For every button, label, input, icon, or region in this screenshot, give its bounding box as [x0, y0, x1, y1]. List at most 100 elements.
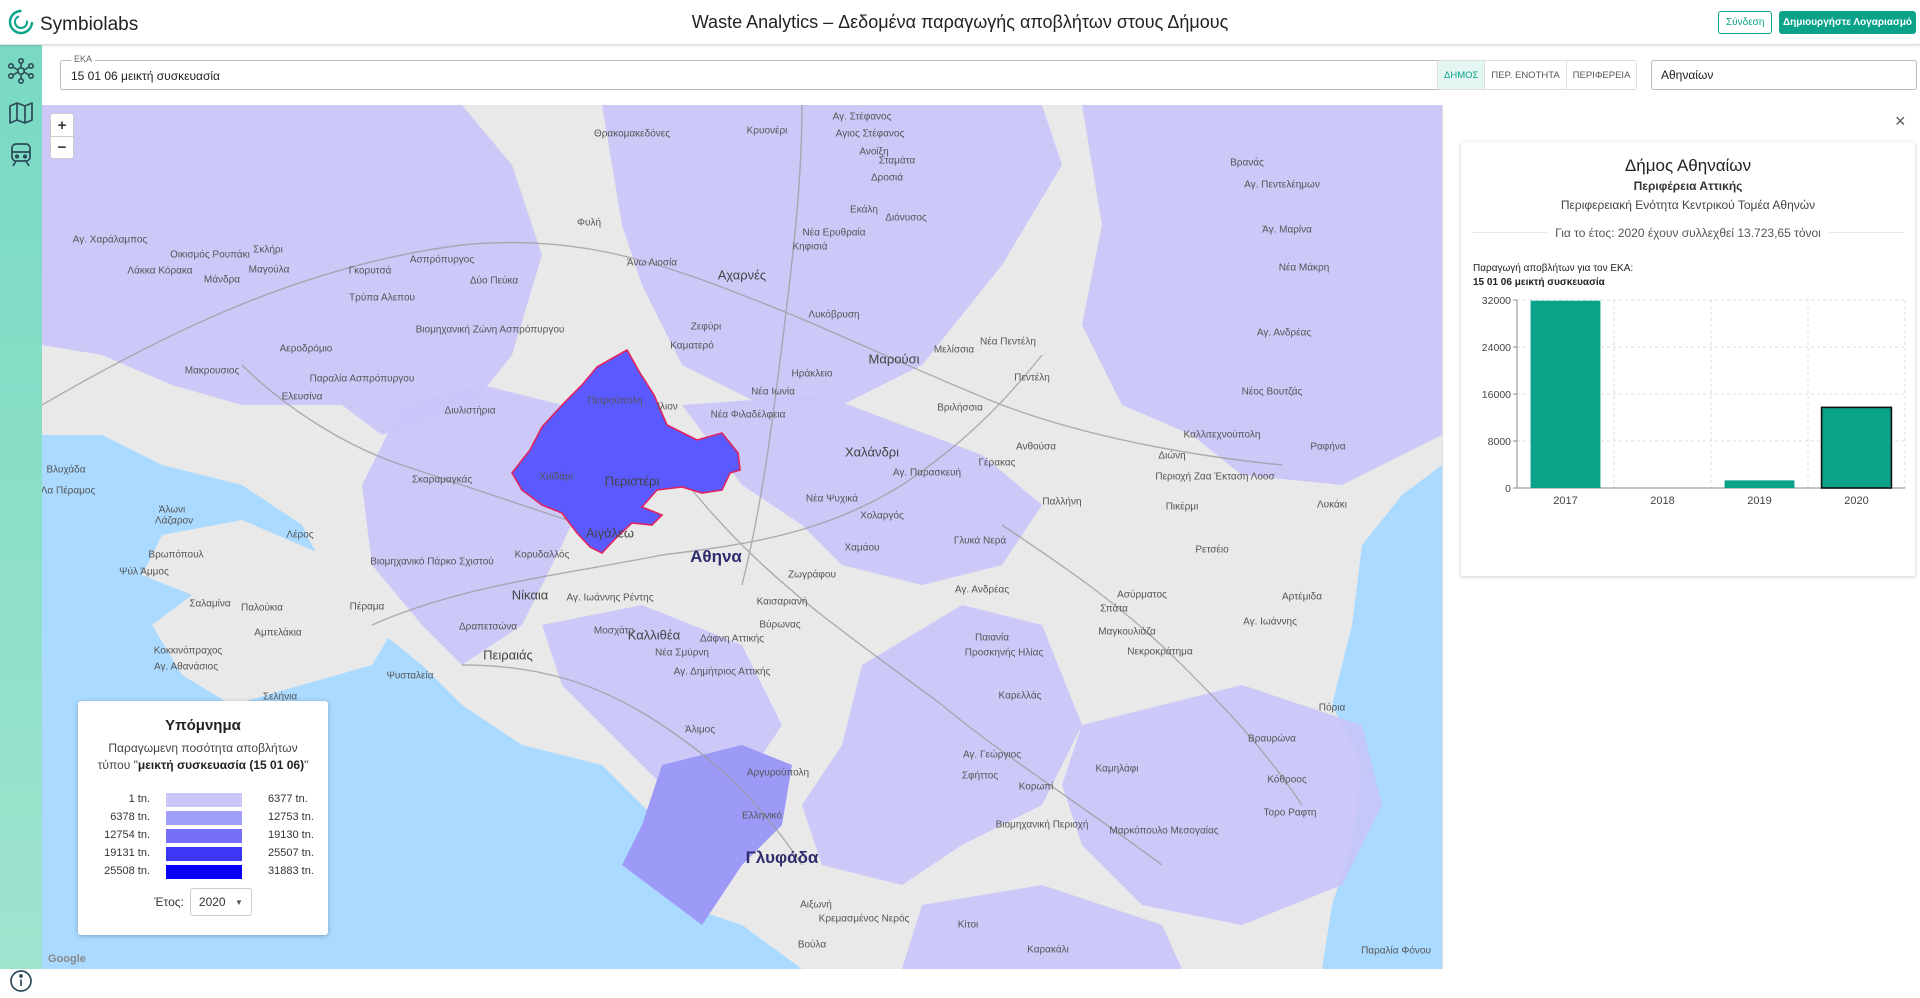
municipality-title: Δήμος Αθηναίων	[1624, 156, 1752, 175]
map[interactable]: + − Θρακομακεδόνες Κρυονέρι Αγ. Στέφανος Αγ…	[42, 105, 1442, 969]
year-label: Έτος:	[154, 895, 184, 909]
legend-title: Υπόμνημα	[165, 717, 241, 734]
map-label: Πεντέλη	[1014, 372, 1050, 384]
map-label: Κρυονέρι	[746, 125, 788, 137]
map-label: Γλυφάδα	[745, 848, 819, 867]
municipality-search-input[interactable]: Αθηναίων	[1651, 60, 1917, 90]
map-label: Αγ. Ιωάννης	[1243, 616, 1297, 628]
map-label: Κοκκινόπραχος	[153, 645, 223, 657]
map-label: Διόνυσος	[885, 212, 927, 224]
map-label: Πόρια	[1318, 702, 1346, 714]
map-label: Κρεμασμένος Νερός	[818, 913, 910, 925]
map-label: Αγ. Ανδρέας	[954, 584, 1010, 596]
legend-range-to: 19130 tn.	[268, 829, 314, 841]
map-label: Γλυκά Νερά	[953, 535, 1007, 547]
map-label: Νεκροκράτημα	[1127, 646, 1193, 658]
regional-unit-name: Περιφερειακή Ενότητα Κεντρικού Τομέα Αθη…	[1560, 198, 1816, 212]
map-label: Αγ. Αθανάσιος	[153, 661, 219, 673]
year-select-value: 2020	[198, 895, 226, 909]
map-label: Αρτέμιδα	[1282, 591, 1322, 603]
map-label: Αγ. Χαράλαμπος	[72, 234, 148, 246]
map-label: Νέα Ψυχικά	[805, 493, 859, 505]
legend-range-from: 25508 tn.	[104, 865, 150, 877]
eka-field[interactable]: ΕΚΑ 15 01 06 μεικτή συσκευασία	[60, 54, 1467, 90]
legend-subtitle-suffix: "	[304, 758, 309, 772]
network-icon[interactable]	[6, 56, 36, 86]
map-label: Άλιμος	[684, 724, 716, 736]
map-label: Ηράκλειο	[791, 368, 833, 380]
map-label: Λα Πέραμος	[42, 485, 96, 497]
legend-range-to: 25507 tn.	[268, 847, 314, 859]
legend-subtitle-prefix: τύπου "	[97, 758, 138, 772]
map-label: Αγ. Ανδρέας	[1256, 327, 1312, 339]
x-tick-label: 2020	[1844, 495, 1868, 507]
map-label: Νέα Φιλαδέλφεια	[710, 409, 786, 421]
map-label: Κίτοι	[957, 919, 979, 931]
map-label: Αγ. Γεώργιος	[962, 749, 1022, 761]
map-label: Ανθούσα	[1015, 441, 1057, 453]
map-label: Βύρωνας	[759, 619, 801, 631]
map-label: Παλούκια	[241, 602, 283, 614]
map-label: Λάκκα Κόρακα	[127, 265, 193, 277]
zoom-control: + −	[50, 113, 74, 159]
zoom-out-button[interactable]: −	[51, 136, 73, 158]
map-label: Σταμάτα	[878, 155, 916, 167]
map-label: Νέος Βουτζάς	[1241, 386, 1303, 398]
map-label: Ελληνικό	[742, 810, 782, 822]
map-label: Ραφήνα	[1310, 441, 1346, 453]
map-label: Βλυχάδα	[46, 464, 86, 476]
legend-row: 25508 tn. 31883 tn.	[78, 863, 328, 881]
legend-subtitle-line2: τύπου "μεικτή συσκευασία (15 01 06)"	[78, 757, 328, 774]
map-label: Άνω Λιοσία	[626, 257, 678, 269]
map-label: Αεροδρόμιο	[279, 343, 333, 355]
info-icon[interactable]	[9, 969, 33, 998]
map-icon[interactable]	[6, 98, 36, 128]
map-label: Τορο Ραφτη	[1263, 807, 1317, 819]
map-label: Βρωπόπουλ	[148, 549, 204, 561]
map-label: Περιοχή Ζαα Έκταση Λοοσ	[1155, 471, 1275, 483]
map-label: Γκορυτσά	[348, 265, 392, 277]
legend-range-to: 6377 tn.	[268, 793, 308, 805]
map-label: Διώνη	[1158, 450, 1186, 462]
login-button[interactable]: Σύνδεση	[1718, 11, 1773, 34]
map-label: Χολαργός	[860, 510, 904, 522]
map-label: Κηφισιά	[792, 241, 828, 253]
map-label: Ασύρματος	[1117, 589, 1167, 601]
x-tick-label: 2019	[1747, 495, 1771, 507]
map-label: Αγ. Στέφανος	[832, 111, 892, 123]
map-label: Αργυρούπολη	[746, 767, 810, 779]
y-tick-label: 24000	[1482, 342, 1511, 354]
chart-title: Παραγωγή αποβλήτων για τον ΕΚΑ: 15 01 06…	[1473, 262, 1633, 290]
legend-row: 6378 tn. 12753 tn.	[78, 809, 328, 827]
map-label: Νίκαια	[511, 587, 549, 603]
map-label: Καμηλάφι	[1095, 763, 1139, 775]
year-select[interactable]: 2020 ▼	[189, 888, 252, 916]
map-label: Αγιος Στέφανος	[835, 128, 905, 140]
map-label: Αγ. Πεντελέημων	[1244, 179, 1320, 191]
train-icon[interactable]	[6, 140, 36, 170]
signup-button[interactable]: Δημιουργήστε Λογαριασμό	[1779, 11, 1916, 34]
zoom-in-button[interactable]: +	[51, 114, 73, 136]
map-label: Χαλάνδρι	[844, 444, 900, 460]
map-label: Διυλιστήρια	[444, 405, 496, 417]
close-icon[interactable]: ×	[1895, 111, 1906, 132]
legend-swatch	[166, 847, 242, 861]
map-label: Κορυδαλλός	[514, 549, 570, 561]
google-attribution[interactable]: Google	[48, 953, 86, 965]
y-tick-label: 32000	[1482, 295, 1511, 307]
legend-range-from: 19131 tn.	[104, 847, 150, 859]
brand[interactable]: Symbiolabs	[8, 9, 138, 40]
y-tick-label: 0	[1505, 483, 1511, 495]
level-municipality-button[interactable]: ΔΗΜΟΣ	[1438, 61, 1486, 89]
eka-value[interactable]: 15 01 06 μεικτή συσκευασία	[71, 69, 220, 83]
map-label: Σαλαμίνα	[189, 598, 231, 610]
level-regional-unit-button[interactable]: ΠΕΡ. ΕΝΟΤΗΤΑ	[1485, 61, 1567, 89]
chevron-down-icon: ▼	[234, 897, 243, 907]
map-label: Καλλιτεχνούπολη	[1183, 429, 1261, 441]
sidebar	[0, 45, 42, 992]
level-region-button[interactable]: ΠΕΡΙΦΕΡΕΙΑ	[1566, 61, 1637, 89]
map-label: Παλλήνη	[1042, 496, 1082, 508]
map-label: Καρακάλι	[1027, 944, 1069, 956]
map-label: Βιομηχανική Περιοχή	[995, 819, 1089, 831]
map-label: Λυκόβρυση	[808, 309, 860, 321]
